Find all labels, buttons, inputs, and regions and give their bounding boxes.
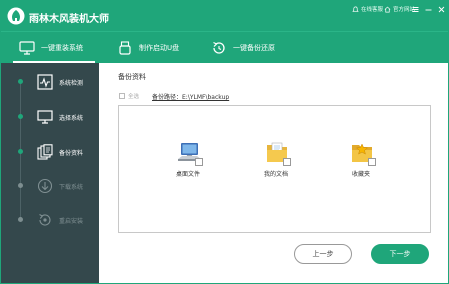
tab-label: 一键重装系统 xyxy=(41,44,83,52)
tab-make-usb[interactable]: 制作启动U盘 xyxy=(117,32,179,64)
tab-one-click-reinstall[interactable]: 一键重装系统 xyxy=(19,32,83,64)
checkbox-box xyxy=(119,93,125,99)
app-window: 雨林木风装机大师 在线客服 官方网站 一键重装系统 制作启动U盘 一键备份还原 … xyxy=(0,0,449,284)
file-item-my-documents[interactable]: 我的文档 xyxy=(251,140,301,190)
online-service-link[interactable]: 在线客服 xyxy=(352,5,383,13)
section-title: 备份资料 xyxy=(118,73,146,81)
file-checkbox[interactable] xyxy=(283,158,291,166)
step-backup-files: 备份资料 xyxy=(1,137,99,167)
step-status-dot xyxy=(18,183,23,188)
tab-backup-restore[interactable]: 一键备份还原 xyxy=(211,32,275,64)
app-title: 雨林木风装机大师 xyxy=(29,14,109,25)
step-status-dot xyxy=(18,79,23,84)
step-label: 重启安装 xyxy=(59,218,84,225)
step-label: 系统检测 xyxy=(59,80,84,87)
steps-sidebar: 系统检测 选择系统 备份资料 下载系统 重启安装 xyxy=(1,63,99,283)
tab-bar: 一键重装系统 制作启动U盘 一键备份还原 xyxy=(1,31,448,63)
step-status-dot xyxy=(18,114,23,119)
menu-icon[interactable] xyxy=(411,5,420,14)
file-label: 收藏夹 xyxy=(351,171,370,178)
next-step-button[interactable]: 下一步 xyxy=(371,244,429,264)
select-all-label: 全选 xyxy=(128,94,140,100)
tab-label: 一键备份还原 xyxy=(233,44,275,52)
select-all-checkbox[interactable]: 全选 xyxy=(119,92,139,100)
file-checkbox[interactable] xyxy=(195,158,203,166)
step-status-dot xyxy=(18,149,23,154)
app-logo-icon xyxy=(7,7,25,25)
backup-path-link[interactable]: 备份路径：E:\YLMF\backup xyxy=(152,92,229,101)
backup-files-panel: 桌面文件 我的文档 收藏夹 xyxy=(118,105,431,233)
file-label: 我的文档 xyxy=(263,171,288,178)
download-icon xyxy=(37,178,53,194)
restart-icon xyxy=(39,214,51,226)
online-service-label: 在线客服 xyxy=(361,7,384,13)
monitor-icon xyxy=(19,41,35,55)
monitor-icon xyxy=(37,110,53,124)
step-system-check: 系统检测 xyxy=(1,67,99,97)
file-label: 桌面文件 xyxy=(175,171,200,178)
close-icon[interactable] xyxy=(437,5,446,14)
minimize-icon[interactable] xyxy=(424,5,433,14)
step-restart-install: 重启安装 xyxy=(1,205,99,235)
restore-icon xyxy=(213,41,225,54)
backup-files-icon xyxy=(37,144,53,160)
step-label: 选择系统 xyxy=(59,115,84,122)
previous-step-button[interactable]: 上一步 xyxy=(294,244,352,264)
system-check-icon xyxy=(37,74,53,90)
step-label: 备份资料 xyxy=(59,150,84,157)
bell-icon xyxy=(352,6,359,12)
title-bar: 雨林木风装机大师 在线客服 官方网站 xyxy=(1,1,448,31)
home-icon xyxy=(384,6,391,12)
step-select-system: 选择系统 xyxy=(1,102,99,132)
step-download-system: 下载系统 xyxy=(1,171,99,201)
step-status-dot xyxy=(18,217,23,222)
file-checkbox[interactable] xyxy=(368,158,376,166)
usb-icon xyxy=(119,41,131,55)
tab-label: 制作启动U盘 xyxy=(139,44,180,52)
file-item-desktop[interactable]: 桌面文件 xyxy=(163,140,213,190)
step-label: 下载系统 xyxy=(59,184,84,191)
file-item-favorites[interactable]: 收藏夹 xyxy=(336,140,386,190)
